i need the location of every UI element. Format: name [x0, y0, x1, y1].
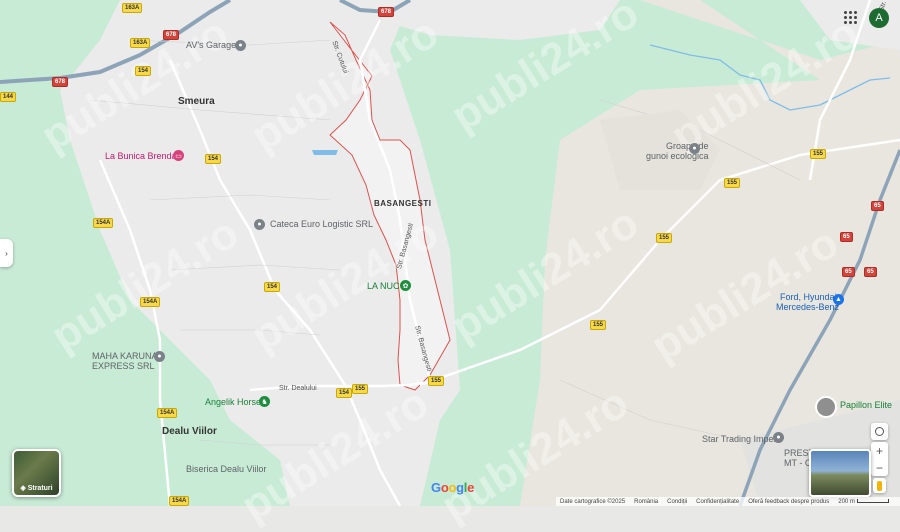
poi-label-line: gunoi ecologica [646, 151, 709, 161]
terms-link[interactable]: Condiții [667, 499, 687, 505]
road-shield: 154A [140, 297, 161, 307]
street-label: Str. Dealului [279, 385, 317, 392]
google-logo-letter: G [431, 480, 441, 495]
road-shield: 154 [336, 388, 353, 398]
side-panel-toggle-button[interactable]: › [0, 239, 13, 267]
map-data-attribution[interactable]: Date cartografice ©2025 [560, 499, 625, 505]
poi-label[interactable]: LA NUC [367, 281, 400, 291]
privacy-link[interactable]: Confidențialitate [696, 499, 739, 505]
country-link[interactable]: România [634, 499, 658, 505]
scale-line [856, 498, 889, 503]
feedback-link[interactable]: Oferă feedback despre produs [748, 499, 829, 505]
road-shield: 154A [157, 408, 178, 418]
poi-label-line: Ford, Hyundai, [780, 292, 840, 302]
road-shield: 65 [864, 267, 877, 277]
road-shield: 155 [810, 149, 827, 159]
road-shield: 154 [205, 154, 222, 164]
car-dealer-icon[interactable]: ▲ [833, 294, 844, 305]
google-logo-letter: e [467, 480, 475, 495]
layers-label: ◈ Straturi [14, 484, 59, 492]
poi-label[interactable]: Ford, Hyundai, Mercedes-Benz [776, 292, 839, 312]
map-canvas[interactable] [0, 0, 900, 506]
scale-label: 200 m [838, 498, 855, 505]
road-shield: 65 [840, 232, 853, 242]
road-shield: 155 [724, 178, 741, 188]
road-shield: 144 [0, 92, 17, 102]
road-shield: 678 [378, 7, 395, 17]
road-shield: 155 [656, 233, 673, 243]
zoom-controls: + − [871, 442, 888, 476]
road-shield: 678 [52, 77, 69, 87]
account-avatar[interactable]: A [869, 8, 889, 28]
road-shield: 163A [130, 38, 151, 48]
google-logo-letter: g [456, 480, 464, 495]
layers-icon: ◈ [20, 485, 28, 492]
location-crosshair-icon [875, 427, 884, 436]
road-shield: 154A [93, 218, 114, 228]
poi-label[interactable]: Star Trading Impex [702, 434, 778, 444]
pond [312, 150, 338, 155]
road-shield: 155 [428, 376, 445, 386]
my-location-button[interactable] [871, 423, 888, 440]
pegman-icon[interactable] [873, 478, 886, 493]
road-shield: 65 [842, 267, 855, 277]
poi-label-line: MAHA KARUNA [92, 351, 158, 361]
road-shield: 163A [122, 3, 143, 13]
layers-button[interactable]: ◈ Straturi [12, 449, 61, 497]
poi-label[interactable]: AV's Garage [186, 40, 236, 50]
map-footer: Date cartografice ©2025 România Condiții… [556, 497, 900, 506]
road-shield: 155 [352, 384, 369, 394]
poi-pin-icon[interactable]: ● [254, 219, 265, 230]
poi-label[interactable]: Angelik Horse [205, 397, 261, 407]
road-shield: 155 [590, 320, 607, 330]
road-shield: 154 [264, 282, 281, 292]
road-shield: 678 [163, 30, 180, 40]
road-shield: 154 [135, 66, 152, 76]
poi-label-line: EXPRESS SRL [92, 361, 155, 371]
poi-photo-icon[interactable] [815, 396, 837, 418]
road-shield: 65 [871, 201, 884, 211]
place-label[interactable]: Dealu Viilor [162, 426, 217, 437]
poi-pin-icon[interactable]: ● [154, 351, 165, 362]
zoom-out-button[interactable]: − [871, 459, 888, 476]
poi-label[interactable]: Biserica Dealu Viilor [186, 464, 266, 474]
scale-bar[interactable]: 200 m [838, 498, 889, 505]
poi-pin-icon[interactable]: ● [773, 432, 784, 443]
poi-label[interactable]: Papillon Elite [840, 400, 892, 410]
horse-icon[interactable]: ♞ [259, 396, 270, 407]
poi-label[interactable]: Cateca Euro Logistic SRL [270, 219, 373, 229]
road-shield: 154A [169, 496, 190, 506]
place-label[interactable]: Smeura [178, 96, 215, 107]
poi-pin-icon[interactable]: ● [235, 40, 246, 51]
layers-text: Straturi [27, 485, 53, 492]
restaurant-icon[interactable]: ✿ [400, 280, 411, 291]
poi-pin-icon[interactable]: ● [689, 143, 700, 154]
apps-grid-icon[interactable] [844, 11, 858, 25]
bed-icon[interactable]: ▭ [173, 150, 184, 161]
poi-label[interactable]: La Bunica Brenda [105, 151, 177, 161]
google-logo-letter: o [448, 480, 457, 495]
zoom-in-button[interactable]: + [871, 442, 888, 459]
pegman-figure [877, 480, 882, 491]
poi-label[interactable]: MAHA KARUNA EXPRESS SRL [92, 351, 158, 371]
poi-label-line: Mercedes-Benz [776, 302, 840, 312]
place-label[interactable]: BASANGESTI [374, 199, 431, 208]
google-logo: Google [431, 480, 474, 495]
street-view-thumbnail[interactable] [809, 449, 871, 497]
